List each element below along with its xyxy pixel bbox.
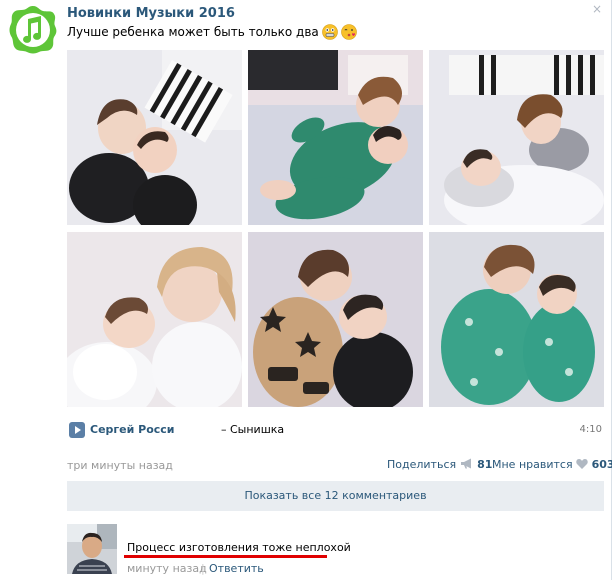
photo-1[interactable]: [67, 50, 242, 225]
audio-attachment: Сергей Росси – Сынишка 4:10: [67, 422, 602, 440]
post-author-link[interactable]: Новинки Музыки 2016: [67, 6, 235, 21]
audio-duration: 4:10: [579, 424, 602, 435]
comment-avatar[interactable]: [67, 524, 117, 574]
audio-artist[interactable]: Сергей Росси: [90, 423, 175, 436]
post-timestamp[interactable]: три минуты назад: [67, 459, 173, 472]
heart-icon: [576, 459, 588, 469]
share-button[interactable]: Поделиться 81: [387, 458, 492, 471]
grimace-emoji-icon: [321, 24, 338, 40]
share-count: 81: [477, 458, 493, 471]
comment-text: Процесс изготовления тоже неплохой: [127, 541, 351, 554]
play-icon[interactable]: [69, 422, 85, 438]
kiss-emoji-icon: [340, 24, 357, 40]
share-megaphone-icon: [460, 458, 471, 469]
like-count: 603: [591, 458, 612, 471]
highlight-underline: [124, 555, 327, 558]
comment-separator: |: [201, 562, 205, 575]
photo-5[interactable]: [248, 232, 423, 407]
photo-2[interactable]: [248, 50, 423, 225]
group-avatar[interactable]: [8, 5, 58, 55]
reply-button[interactable]: Ответить: [209, 562, 264, 575]
like-label: Мне нравится: [492, 458, 573, 471]
photo-grid: [67, 50, 604, 407]
photo-4[interactable]: [67, 232, 242, 407]
show-all-comments-button[interactable]: Показать все 12 комментариев: [67, 481, 604, 511]
music-note-icon: [9, 6, 57, 54]
like-button[interactable]: Мне нравится 603: [492, 458, 612, 471]
post-text-content: Лучше ребенка может быть только два: [67, 25, 319, 39]
audio-title: – Сынишка: [221, 423, 285, 436]
photo-6[interactable]: [429, 232, 604, 407]
post-text: Лучше ребенка может быть только два: [67, 24, 357, 40]
close-icon[interactable]: ×: [592, 2, 602, 16]
comment-timestamp[interactable]: минуту назад: [127, 562, 207, 575]
share-label: Поделиться: [387, 458, 457, 471]
photo-3[interactable]: [429, 50, 604, 225]
